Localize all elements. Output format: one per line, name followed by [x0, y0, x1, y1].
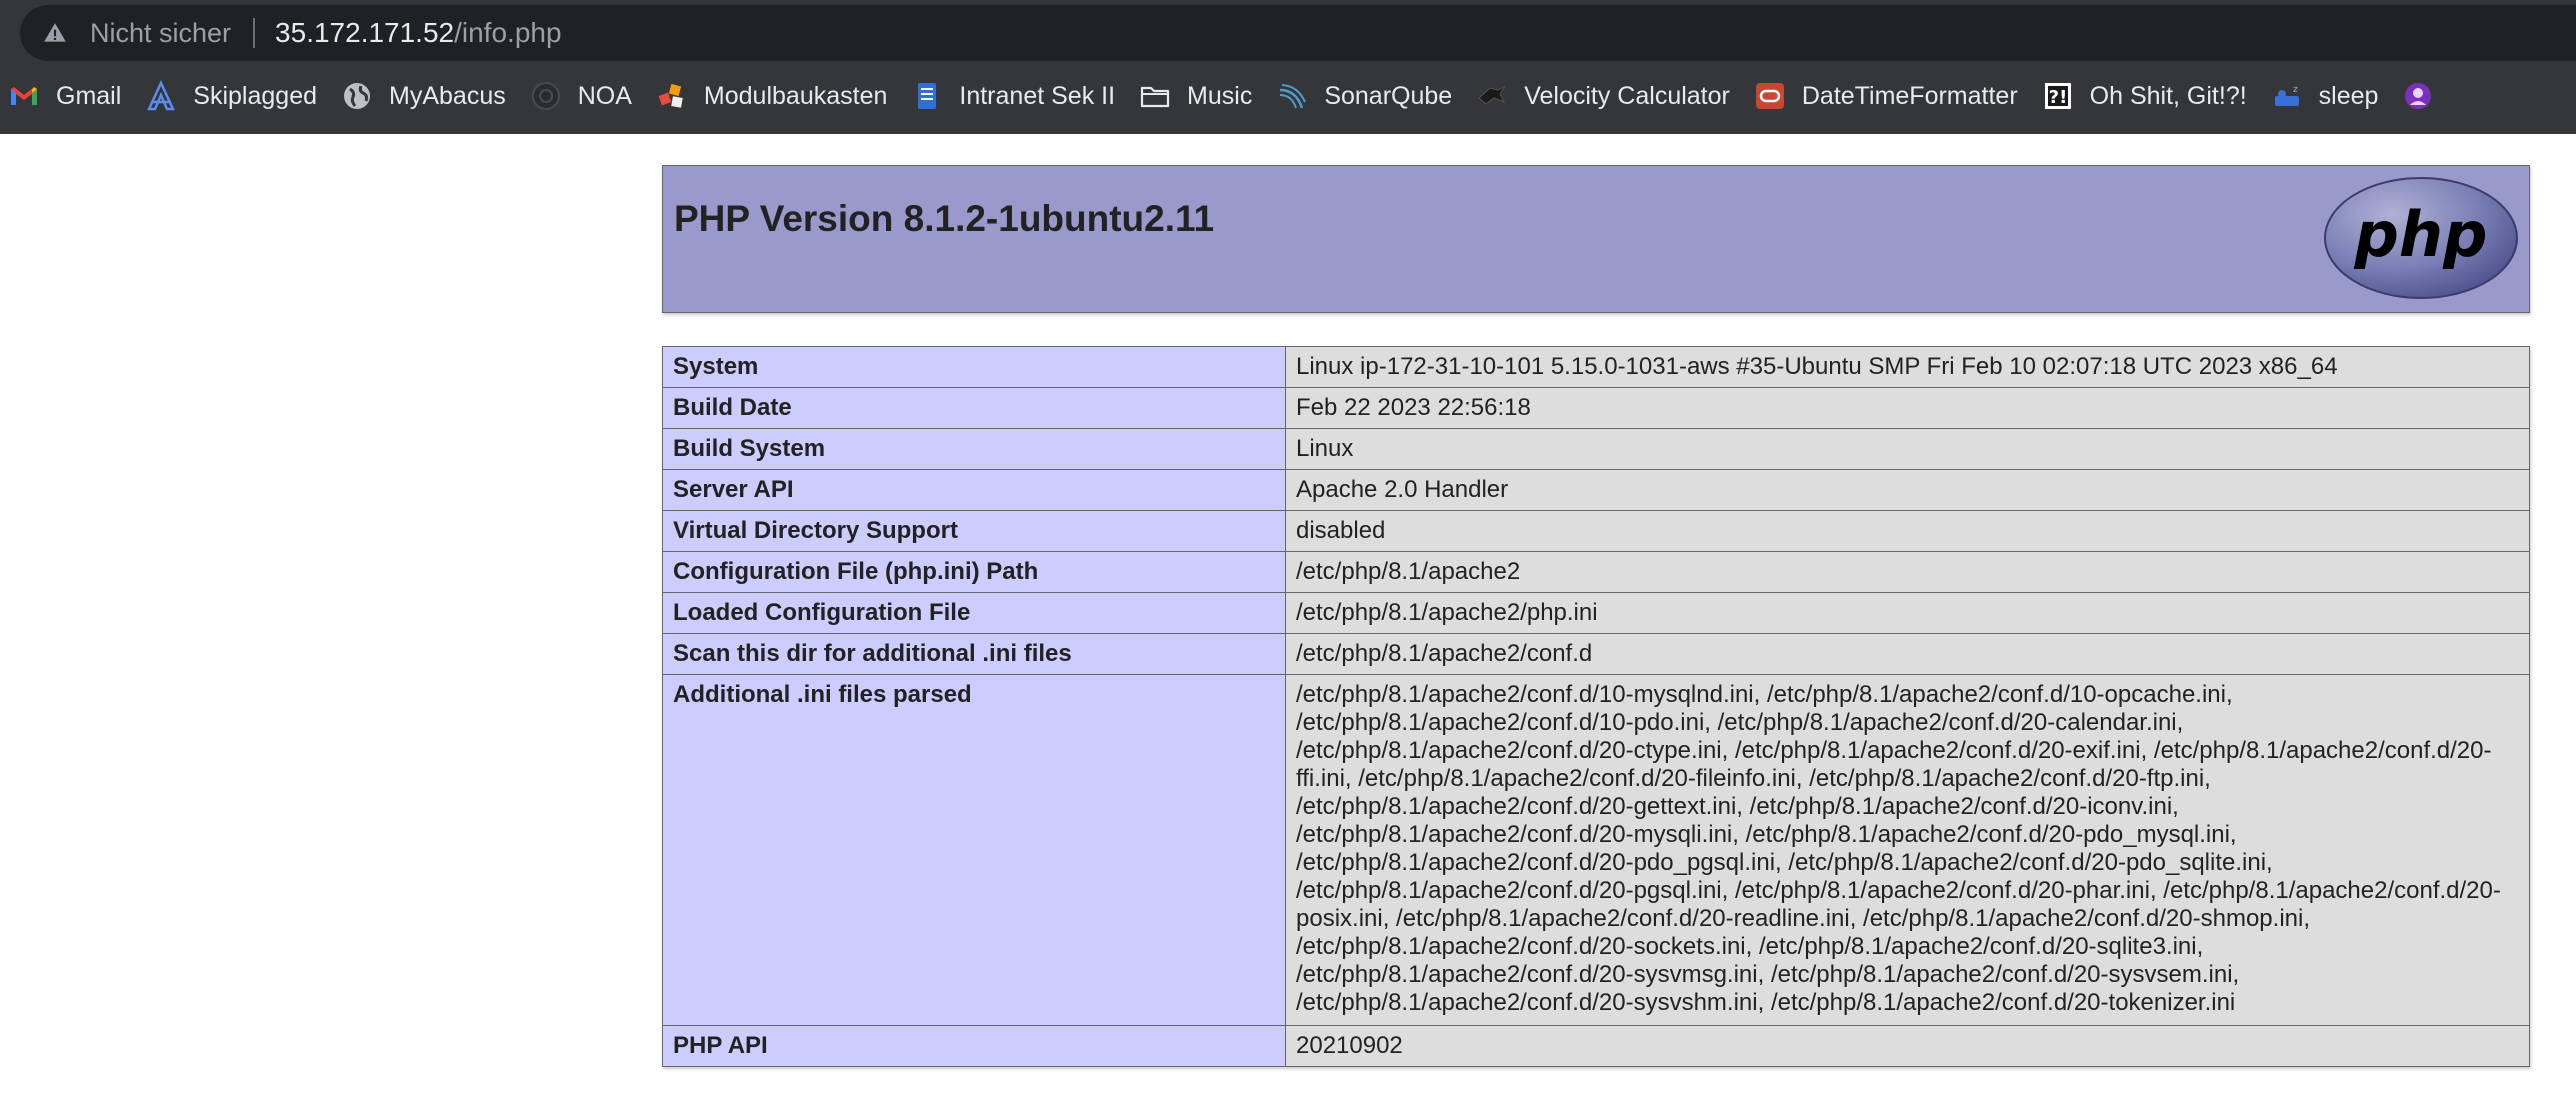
table-row: System Linux ip-172-31-10-101 5.15.0-103…: [662, 346, 2530, 388]
bookmark-skiplagged[interactable]: Skiplagged: [137, 70, 333, 122]
bookmark-myabacus[interactable]: MyAbacus: [333, 70, 522, 122]
row-key: Virtual Directory Support: [662, 510, 1286, 552]
phpinfo-container: PHP Version 8.1.2-1ubuntu2.11 php System…: [662, 165, 2530, 1067]
bookmarks-bar: Gmail Skiplagged MyAbacus NOA Modulbauka…: [0, 70, 2576, 122]
sleep-icon: z: [2271, 80, 2303, 112]
url-separator: [253, 18, 256, 48]
row-key: System: [662, 346, 1286, 388]
row-value: Apache 2.0 Handler: [1285, 469, 2530, 511]
sonarqube-icon: [1276, 80, 1308, 112]
row-key: Build Date: [662, 387, 1286, 429]
row-key: Configuration File (php.ini) Path: [662, 551, 1286, 593]
row-value: /etc/php/8.1/apache2/conf.d/10-mysqlnd.i…: [1285, 674, 2530, 1026]
php-logo-icon[interactable]: php: [2323, 174, 2519, 302]
modulbaukasten-icon: [656, 80, 688, 112]
bookmark-noa[interactable]: NOA: [522, 70, 648, 122]
folder-icon: [1139, 80, 1171, 112]
row-key: Scan this dir for additional .ini files: [662, 633, 1286, 675]
row-value: /etc/php/8.1/apache2/php.ini: [1285, 592, 2530, 634]
svg-text:?!: ?!: [2048, 87, 2067, 108]
bookmark-folder-music[interactable]: Music: [1131, 70, 1268, 122]
browser-chrome: Nicht sicher 35.172.171.52 /info.php Gma…: [0, 0, 2576, 134]
table-row: Build Date Feb 22 2023 22:56:18: [662, 387, 2530, 429]
gmail-icon: [8, 80, 40, 112]
ohshitgit-icon: ?!: [2042, 80, 2074, 112]
bookmark-label: sleep: [2318, 81, 2379, 110]
intranet-icon: [911, 80, 943, 112]
security-status[interactable]: Nicht sicher: [90, 18, 231, 49]
row-key: Additional .ini files parsed: [662, 674, 1286, 1026]
bookmark-velocity-calculator[interactable]: Velocity Calculator: [1468, 70, 1746, 122]
bookmark-label: NOA: [577, 81, 632, 110]
bookmark-modulbaukasten[interactable]: Modulbaukasten: [648, 70, 903, 122]
table-row: Scan this dir for additional .ini files …: [662, 633, 2530, 675]
table-row: PHP API 20210902: [662, 1025, 2530, 1067]
row-key: PHP API: [662, 1025, 1286, 1067]
bookmark-label: Skiplagged: [193, 81, 318, 110]
bookmark-overflow[interactable]: [2394, 70, 2466, 122]
address-bar[interactable]: Nicht sicher 35.172.171.52 /info.php: [20, 5, 2576, 61]
bookmark-gmail[interactable]: Gmail: [0, 70, 137, 122]
table-row: Server API Apache 2.0 Handler: [662, 469, 2530, 511]
row-key: Build System: [662, 428, 1286, 470]
row-key: Loaded Configuration File: [662, 592, 1286, 634]
php-logo-text: php: [2354, 198, 2488, 271]
row-value: Feb 22 2023 22:56:18: [1285, 387, 2530, 429]
bookmark-sonarqube[interactable]: SonarQube: [1268, 70, 1468, 122]
bookmark-label: Gmail: [56, 81, 122, 110]
page-title: PHP Version 8.1.2-1ubuntu2.11: [674, 198, 1215, 239]
bookmark-label: DateTimeFormatter: [1801, 81, 2018, 110]
skiplagged-icon: [145, 80, 177, 112]
bookmark-label: Intranet Sek II: [959, 81, 1116, 110]
php-info-table: System Linux ip-172-31-10-101 5.15.0-103…: [662, 346, 2530, 1067]
table-row: Loaded Configuration File /etc/php/8.1/a…: [662, 592, 2530, 634]
bookmark-label: Music: [1187, 81, 1253, 110]
bookmark-label: Oh Shit, Git!?!: [2089, 81, 2247, 110]
url-host[interactable]: 35.172.171.52: [275, 17, 454, 49]
bookmark-datetimeformatter[interactable]: DateTimeFormatter: [1746, 70, 2034, 122]
velocity-icon: [1476, 80, 1508, 112]
row-value: Linux: [1285, 428, 2530, 470]
row-value: /etc/php/8.1/apache2/conf.d: [1285, 633, 2530, 675]
table-row: Build System Linux: [662, 428, 2530, 470]
warning-icon[interactable]: [42, 20, 68, 46]
oracle-icon: [1754, 80, 1786, 112]
svg-text:z: z: [2293, 85, 2298, 95]
bookmark-label: Velocity Calculator: [1524, 81, 1730, 110]
bookmark-label: SonarQube: [1324, 81, 1453, 110]
bookmark-label: MyAbacus: [389, 81, 506, 110]
row-value: /etc/php/8.1/apache2: [1285, 551, 2530, 593]
noa-icon: [530, 80, 562, 112]
profile-icon: [2402, 80, 2434, 112]
address-bar-content: Nicht sicher 35.172.171.52 /info.php: [42, 5, 562, 61]
row-value: 20210902: [1285, 1025, 2530, 1067]
table-row: Virtual Directory Support disabled: [662, 510, 2530, 552]
bookmark-label: Modulbaukasten: [703, 81, 888, 110]
bookmark-sleep[interactable]: z sleep: [2263, 70, 2395, 122]
php-version-header: PHP Version 8.1.2-1ubuntu2.11 php: [662, 165, 2530, 313]
row-value: disabled: [1285, 510, 2530, 552]
bookmark-intranet[interactable]: Intranet Sek II: [903, 70, 1131, 122]
row-value: Linux ip-172-31-10-101 5.15.0-1031-aws #…: [1285, 346, 2530, 388]
row-key: Server API: [662, 469, 1286, 511]
globe-icon: [341, 80, 373, 112]
table-row: Additional .ini files parsed /etc/php/8.…: [662, 674, 2530, 1026]
table-row: Configuration File (php.ini) Path /etc/p…: [662, 551, 2530, 593]
bookmark-ohshitgit[interactable]: ?! Oh Shit, Git!?!: [2034, 70, 2263, 122]
url-path[interactable]: /info.php: [454, 17, 561, 49]
